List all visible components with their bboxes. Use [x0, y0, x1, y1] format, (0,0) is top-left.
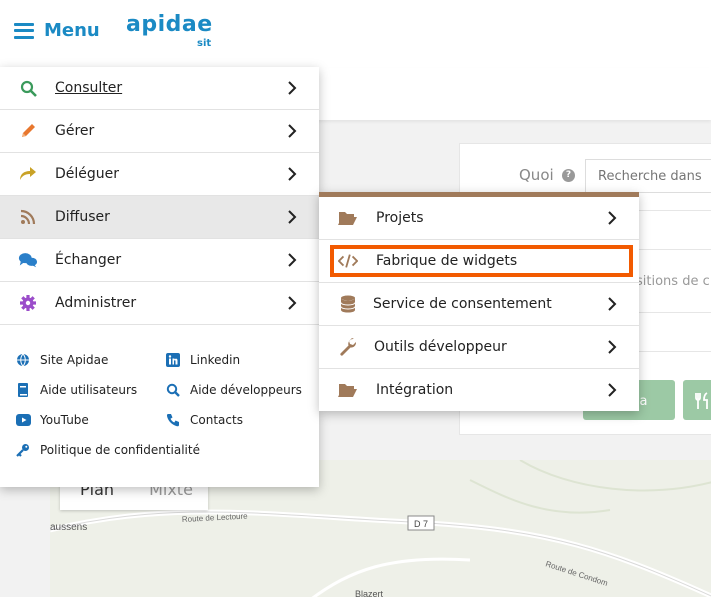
chevron-right-icon [288, 124, 297, 138]
map-road-number: D 7 [414, 519, 428, 529]
main-menu: Consulter Gérer Déléguer Diffuser Échang… [0, 67, 319, 487]
help-icon[interactable]: ? [562, 169, 575, 182]
link-label: YouTube [40, 413, 89, 427]
submenu-item-label: Service de consentement [373, 296, 552, 312]
wrench-icon [338, 338, 358, 356]
link-politique-confidentialite[interactable]: Politique de confidentialité [15, 442, 200, 458]
hamburger-icon [14, 22, 34, 39]
menu-item-label: Consulter [55, 80, 123, 96]
share-icon [18, 164, 38, 184]
positions-field[interactable]: sitions de c [636, 274, 710, 289]
menu-item-label: Administrer [55, 295, 137, 311]
submenu-item-service-de-consentement[interactable]: Service de consentement [319, 283, 639, 326]
menu-button[interactable]: Menu [14, 20, 100, 41]
cutlery-icon [695, 391, 708, 409]
chevron-right-icon [608, 340, 617, 354]
youtube-icon [15, 412, 31, 428]
highlight-box [330, 245, 633, 277]
chevron-right-icon [608, 383, 617, 397]
menu-item-gerer[interactable]: Gérer [0, 110, 319, 153]
menu-item-administrer[interactable]: Administrer [0, 282, 319, 325]
rss-icon [18, 207, 38, 227]
apidae-logo-sub: sit [197, 38, 212, 49]
submenu-item-projets[interactable]: Projets [319, 197, 639, 240]
chevron-right-icon [608, 297, 617, 311]
globe-icon [15, 352, 31, 368]
search-input[interactable] [585, 159, 711, 193]
link-contacts[interactable]: Contacts [165, 412, 243, 428]
menu-label: Menu [44, 20, 100, 41]
menu-item-deleguer[interactable]: Déléguer [0, 153, 319, 196]
submenu-item-label: Projets [376, 210, 424, 226]
restaurant-button[interactable] [683, 380, 711, 420]
link-aide-developpeurs[interactable]: Aide développeurs [165, 382, 302, 398]
apidae-logo[interactable]: apidae [126, 12, 213, 37]
map-road-label: Route de Condom [544, 559, 609, 588]
quoi-label: Quoi [519, 166, 554, 184]
submenu-item-label: Outils développeur [374, 339, 507, 355]
link-aide-utilisateurs[interactable]: Aide utilisateurs [15, 382, 137, 398]
chat-icon [18, 250, 38, 270]
database-icon [338, 295, 358, 313]
chevron-right-icon [608, 211, 617, 225]
menu-item-diffuser[interactable]: Diffuser [0, 196, 319, 239]
pencil-icon [18, 121, 38, 141]
diffuser-submenu: Projets Fabrique de widgets Service de c… [319, 192, 639, 411]
chevron-right-icon [288, 210, 297, 224]
link-label: Aide utilisateurs [40, 383, 138, 397]
menu-item-label: Diffuser [55, 209, 110, 225]
chevron-right-icon [288, 167, 297, 181]
link-label: Linkedin [190, 353, 241, 367]
link-youtube[interactable]: YouTube [15, 412, 89, 428]
link-linkedin[interactable]: Linkedin [165, 352, 240, 368]
book-icon [15, 382, 31, 398]
search-icon [165, 382, 181, 398]
search-icon [18, 78, 38, 98]
folder-open-icon [338, 381, 358, 399]
menu-item-label: Déléguer [55, 166, 120, 182]
map-place-label: Blazert [355, 589, 384, 597]
folder-open-icon [338, 209, 358, 227]
linkedin-icon [165, 352, 181, 368]
chevron-right-icon [288, 81, 297, 95]
menu-item-label: Échanger [55, 252, 122, 268]
submenu-item-label: Intégration [376, 382, 454, 398]
submenu-item-outils-developpeur[interactable]: Outils développeur [319, 326, 639, 369]
map-place-label: aussens [50, 522, 87, 533]
menu-item-echanger[interactable]: Échanger [0, 239, 319, 282]
submenu-item-integration[interactable]: Intégration [319, 369, 639, 412]
link-site-apidae[interactable]: Site Apidae [15, 352, 108, 368]
phone-icon [165, 412, 181, 428]
link-label: Aide développeurs [190, 383, 302, 397]
chevron-right-icon [288, 253, 297, 267]
menu-item-label: Gérer [55, 123, 95, 139]
key-icon [15, 442, 31, 458]
menu-item-consulter[interactable]: Consulter [0, 67, 319, 110]
gear-icon [18, 293, 38, 313]
link-label: Politique de confidentialité [40, 443, 200, 457]
app-header: Menu apidae sit [0, 0, 711, 68]
link-label: Contacts [190, 413, 243, 427]
chevron-right-icon [288, 296, 297, 310]
link-label: Site Apidae [40, 353, 109, 367]
